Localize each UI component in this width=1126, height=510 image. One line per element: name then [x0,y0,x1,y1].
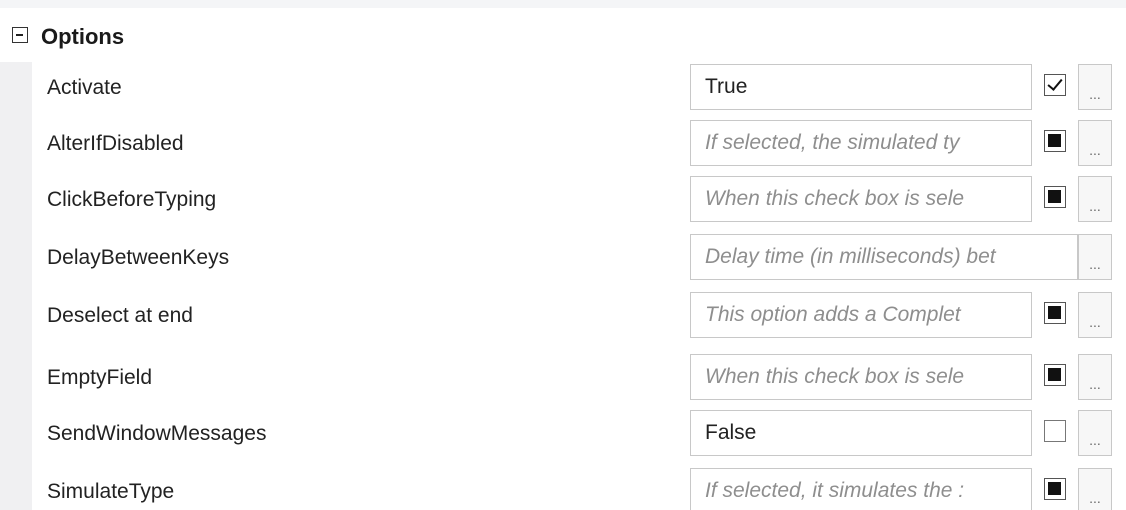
checkbox-indeterminate[interactable] [1044,364,1066,386]
ellipsis-button[interactable]: ... [1078,120,1112,166]
ellipsis-button[interactable]: ... [1078,354,1112,400]
property-value-field[interactable]: When this check box is sele [690,176,1032,222]
property-name: SimulateType [47,480,175,503]
property-row-activate: Activate True ... [32,62,1126,119]
property-value-field[interactable]: Delay time (in milliseconds) bet [690,234,1078,280]
checkbox-indeterminate[interactable] [1044,478,1066,500]
ellipsis-button[interactable]: ... [1078,176,1112,222]
property-gutter [0,62,32,510]
property-value-field[interactable]: If selected, it simulates the : [690,468,1032,510]
property-value-field[interactable]: False [690,410,1032,456]
property-value-field[interactable]: True [690,64,1032,110]
property-value-field[interactable]: This option adds a Complet [690,292,1032,338]
property-row-clickbeforetyping: ClickBeforeTyping When this check box is… [32,174,1126,231]
property-row-alterifdisabled: AlterIfDisabled If selected, the simulat… [32,118,1126,175]
checkbox-indeterminate[interactable] [1044,302,1066,324]
property-row-emptyfield: EmptyField When this check box is sele .… [32,352,1126,409]
property-name: Activate [47,76,122,99]
panel-top-edge [0,0,1126,8]
ellipsis-button[interactable]: ... [1078,234,1112,280]
ellipsis-button[interactable]: ... [1078,292,1112,338]
property-name: EmptyField [47,366,153,389]
property-grid: Options Activate True ... AlterIfDisable… [0,0,1126,510]
property-value-field[interactable]: When this check box is sele [690,354,1032,400]
checkbox-unchecked[interactable] [1044,420,1066,442]
property-row-simulatetype: SimulateType If selected, it simulates t… [32,466,1126,510]
collapse-minus-icon[interactable] [12,27,28,43]
checkbox-indeterminate[interactable] [1044,130,1066,152]
property-name: Deselect at end [47,304,193,327]
property-name: ClickBeforeTyping [47,188,217,211]
property-name: AlterIfDisabled [47,132,184,155]
ellipsis-button[interactable]: ... [1078,64,1112,110]
ellipsis-button[interactable]: ... [1078,468,1112,510]
property-row-delaybetweenkeys: DelayBetweenKeys Delay time (in millisec… [32,232,1126,289]
checkbox-indeterminate[interactable] [1044,186,1066,208]
category-label: Options [41,24,125,49]
property-row-sendwindowmessages: SendWindowMessages False ... [32,408,1126,465]
property-value-field[interactable]: If selected, the simulated ty [690,120,1032,166]
ellipsis-button[interactable]: ... [1078,410,1112,456]
property-name: SendWindowMessages [47,422,267,445]
property-row-deselect-at-end: Deselect at end This option adds a Compl… [32,290,1126,347]
checkbox-checked[interactable] [1044,74,1066,96]
category-options[interactable]: Options [0,16,1126,60]
property-name: DelayBetweenKeys [47,246,230,269]
